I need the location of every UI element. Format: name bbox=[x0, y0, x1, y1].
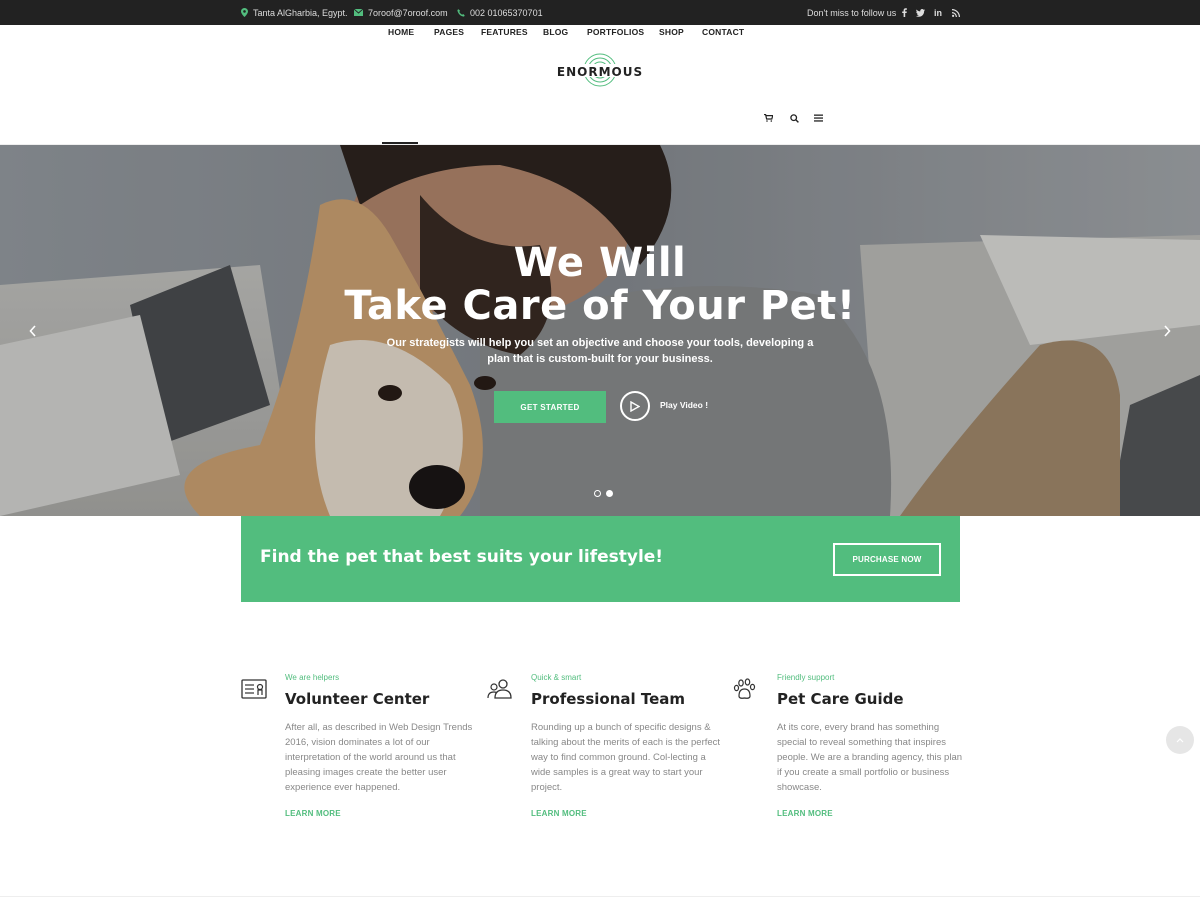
hero-subtitle: Our strategists will help you set an obj… bbox=[386, 337, 814, 365]
play-icon bbox=[630, 400, 640, 412]
purchase-now-button[interactable]: PURCHASE NOW bbox=[833, 543, 941, 576]
banner-text: Find the pet that best suits your lifest… bbox=[260, 547, 664, 567]
hero-title-line1: We Will bbox=[513, 240, 687, 286]
email-item[interactable]: 7oroof@7oroof.com bbox=[354, 0, 448, 25]
feature-title: Pet Care Guide bbox=[777, 690, 904, 708]
nav-portfolios[interactable]: PORTFOLIOS bbox=[587, 25, 644, 39]
section-divider bbox=[0, 896, 1200, 897]
linkedin-icon[interactable]: in bbox=[931, 0, 945, 25]
play-video-button[interactable] bbox=[620, 391, 650, 421]
scroll-to-top-button[interactable] bbox=[1166, 726, 1194, 754]
play-video-label[interactable]: Play Video ! bbox=[660, 400, 708, 410]
address-item: Tanta AlGharbia, Egypt. bbox=[241, 0, 348, 25]
logo[interactable]: ENORMOUS bbox=[555, 52, 645, 92]
slide-dot-1[interactable] bbox=[594, 490, 601, 497]
feature-kicker: Quick & smart bbox=[531, 673, 582, 682]
feature-pet-care-guide: Friendly support Pet Care Guide At its c… bbox=[733, 670, 963, 830]
nav-home[interactable]: HOME bbox=[388, 25, 414, 39]
id-card-icon bbox=[241, 678, 269, 704]
paw-icon bbox=[733, 678, 761, 704]
chevron-up-icon bbox=[1176, 737, 1184, 742]
feature-title: Volunteer Center bbox=[285, 690, 430, 708]
top-bar: Tanta AlGharbia, Egypt. 7oroof@7oroof.co… bbox=[0, 0, 1200, 25]
feature-kicker: We are helpers bbox=[285, 673, 340, 682]
phone-item[interactable]: 002 01065370701 bbox=[457, 0, 543, 25]
hero-slider: We Will Take Care of Your Pet! Our strat… bbox=[0, 145, 1200, 516]
twitter-icon[interactable] bbox=[913, 0, 927, 25]
prev-slide-arrow-icon[interactable] bbox=[26, 321, 40, 341]
map-marker-icon bbox=[241, 8, 248, 17]
envelope-icon bbox=[354, 9, 363, 16]
get-started-button[interactable]: GET STARTED bbox=[494, 391, 606, 423]
hero-background-image bbox=[0, 145, 1200, 516]
learn-more-link[interactable]: LEARN MORE bbox=[285, 809, 341, 818]
slide-dot-2[interactable] bbox=[606, 490, 613, 497]
learn-more-link[interactable]: LEARN MORE bbox=[531, 809, 587, 818]
nav-features[interactable]: FEATURES bbox=[481, 25, 528, 39]
phone-text[interactable]: 002 01065370701 bbox=[470, 8, 543, 18]
follow-text: Don't miss to follow us bbox=[807, 7, 897, 18]
nav-shop[interactable]: SHOP bbox=[659, 25, 684, 39]
feature-description: At its core, every brand has something s… bbox=[777, 722, 963, 793]
cart-icon[interactable] bbox=[762, 111, 774, 125]
address-text: Tanta AlGharbia, Egypt. bbox=[253, 7, 348, 18]
learn-more-link[interactable]: LEARN MORE bbox=[777, 809, 833, 818]
email-text[interactable]: 7oroof@7oroof.com bbox=[368, 8, 448, 18]
feature-professional-team: Quick & smart Professional Team Rounding… bbox=[487, 670, 720, 830]
team-icon bbox=[487, 678, 515, 704]
nav-pages[interactable]: PAGES bbox=[434, 25, 464, 39]
site-header: ENORMOUS HOME PAGES FEATURES BLOG PORTFO… bbox=[0, 25, 1200, 145]
hero-title-line2: Take Care of Your Pet! bbox=[344, 283, 856, 329]
nav-contact[interactable]: CONTACT bbox=[702, 25, 744, 39]
next-slide-arrow-icon[interactable] bbox=[1160, 321, 1174, 341]
feature-description: After all, as described in Web Design Tr… bbox=[285, 722, 473, 793]
phone-icon bbox=[457, 8, 465, 17]
feature-kicker: Friendly support bbox=[777, 673, 835, 682]
nav-blog[interactable]: BLOG bbox=[543, 25, 568, 39]
feature-description: Rounding up a bunch of specific designs … bbox=[531, 722, 721, 793]
search-icon[interactable] bbox=[788, 111, 800, 125]
menu-icon[interactable] bbox=[812, 111, 824, 125]
feature-title: Professional Team bbox=[531, 690, 686, 708]
promo-banner: Find the pet that best suits your lifest… bbox=[241, 516, 960, 602]
feature-volunteer-center: We are helpers Volunteer Center After al… bbox=[241, 670, 472, 830]
active-nav-indicator bbox=[382, 142, 418, 144]
logo-text: ENORMOUS bbox=[556, 65, 644, 79]
rss-icon[interactable] bbox=[949, 0, 963, 25]
facebook-icon[interactable] bbox=[897, 0, 911, 25]
